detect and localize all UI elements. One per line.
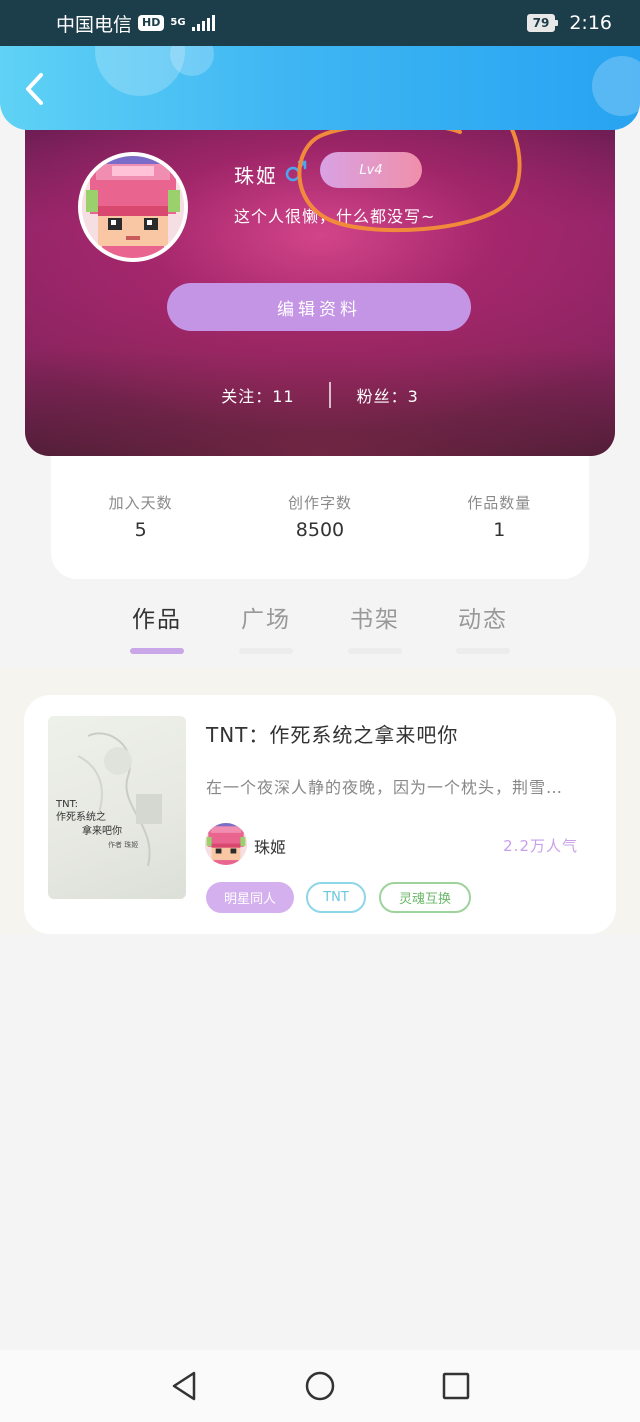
back-button[interactable] <box>18 72 52 106</box>
cover-line-3: 拿来吧你 <box>82 826 122 837</box>
author-avatar-image <box>205 823 247 865</box>
tab-indicator <box>456 648 510 654</box>
following-count: 11 <box>272 387 295 406</box>
square-recents-icon <box>442 1372 470 1400</box>
system-nav-bar <box>0 1350 640 1422</box>
hd-badge: HD <box>138 15 165 31</box>
tab-label: 广场 <box>241 607 291 633</box>
author-name[interactable]: 珠姬 <box>254 834 286 858</box>
user-bio: 这个人很懒，什么都没写~ <box>234 207 436 226</box>
tab-indicator <box>130 648 184 654</box>
stat-works-count: 作品数量 1 <box>419 492 579 579</box>
network-type: 5G <box>170 17 186 28</box>
carrier-name: 中国电信 <box>56 13 133 36</box>
stat-label: 作品数量 <box>467 494 532 512</box>
status-left: 中国电信 HD 5G <box>56 10 215 37</box>
clock: 2:16 <box>569 12 612 34</box>
fans-label: 粉丝： <box>356 387 408 406</box>
follow-row: 关注：11 粉丝：3 <box>25 380 615 410</box>
divider <box>328 382 331 408</box>
nav-back-button[interactable] <box>166 1368 202 1404</box>
stats-card: 加入天数 5 创作字数 8500 作品数量 1 <box>51 440 589 579</box>
work-card[interactable]: TNT: 作死系统之 拿来吧你 作者 珠姬 TNT：作死系统之拿来吧你 在一个夜… <box>24 695 616 934</box>
tag-celebrity-fanfic[interactable]: 明星同人 <box>206 882 294 913</box>
tab-bar: 作品 广场 书架 动态 <box>103 600 543 654</box>
following-stat[interactable]: 关注：11 <box>221 383 294 407</box>
decor-bubble <box>592 56 640 116</box>
tab-indicator <box>239 648 293 654</box>
level-badge: Lv4 <box>320 152 422 188</box>
status-bar: 中国电信 HD 5G 79 2:16 <box>0 0 640 46</box>
tab-works[interactable]: 作品 <box>130 600 184 654</box>
avatar[interactable] <box>78 152 188 262</box>
work-title[interactable]: TNT：作死系统之拿来吧你 <box>206 719 458 748</box>
work-description: 在一个夜深人静的夜晚，因为一个枕头，荆雪… <box>206 778 564 797</box>
tag-tnt[interactable]: TNT <box>306 882 366 913</box>
cover-line-1: TNT: <box>56 799 78 810</box>
tab-bookshelf[interactable]: 书架 <box>348 600 402 654</box>
signal-icon <box>191 15 215 31</box>
popularity-count: 2.2万人气 <box>503 837 578 855</box>
book-cover[interactable]: TNT: 作死系统之 拿来吧你 作者 珠姬 <box>48 716 186 899</box>
stat-word-count: 创作字数 8500 <box>240 492 400 579</box>
tab-label: 作品 <box>132 607 182 633</box>
tab-label: 动态 <box>458 607 508 633</box>
fans-stat[interactable]: 粉丝：3 <box>357 383 419 407</box>
avatar-image <box>82 156 184 258</box>
tab-indicator <box>348 648 402 654</box>
tab-label: 书架 <box>350 607 400 633</box>
status-right: 79 2:16 <box>526 12 612 34</box>
stat-value: 1 <box>493 519 506 541</box>
triangle-back-icon <box>172 1371 196 1401</box>
profile-card: 珠姬 Lv4 这个人很懒，什么都没写~ 编辑资料 关注：11 粉丝：3 <box>25 100 615 456</box>
following-label: 关注： <box>221 387 273 406</box>
cover-title: TNT: 作死系统之 <box>56 798 106 824</box>
fans-count: 3 <box>407 387 419 406</box>
chevron-left-icon <box>26 73 43 105</box>
user-name: 珠姬 <box>234 164 278 188</box>
tab-activity[interactable]: 动态 <box>456 600 510 654</box>
gender-icon <box>285 160 307 182</box>
tag-soul-swap[interactable]: 灵魂互换 <box>379 882 471 913</box>
stat-value: 8500 <box>295 519 345 541</box>
stat-label: 创作字数 <box>287 494 352 512</box>
edit-profile-button[interactable]: 编辑资料 <box>167 283 471 331</box>
top-header <box>0 46 640 130</box>
nav-recents-button[interactable] <box>438 1368 474 1404</box>
battery-icon: 79 <box>526 14 559 32</box>
stat-value: 5 <box>134 519 147 541</box>
author-avatar[interactable] <box>205 823 247 865</box>
circle-home-icon <box>305 1371 335 1401</box>
stat-label: 加入天数 <box>108 494 173 512</box>
nav-home-button[interactable] <box>302 1368 338 1404</box>
cover-author: 作者 珠姬 <box>108 841 139 849</box>
tab-square[interactable]: 广场 <box>239 600 293 654</box>
stat-join-days: 加入天数 5 <box>61 492 221 579</box>
